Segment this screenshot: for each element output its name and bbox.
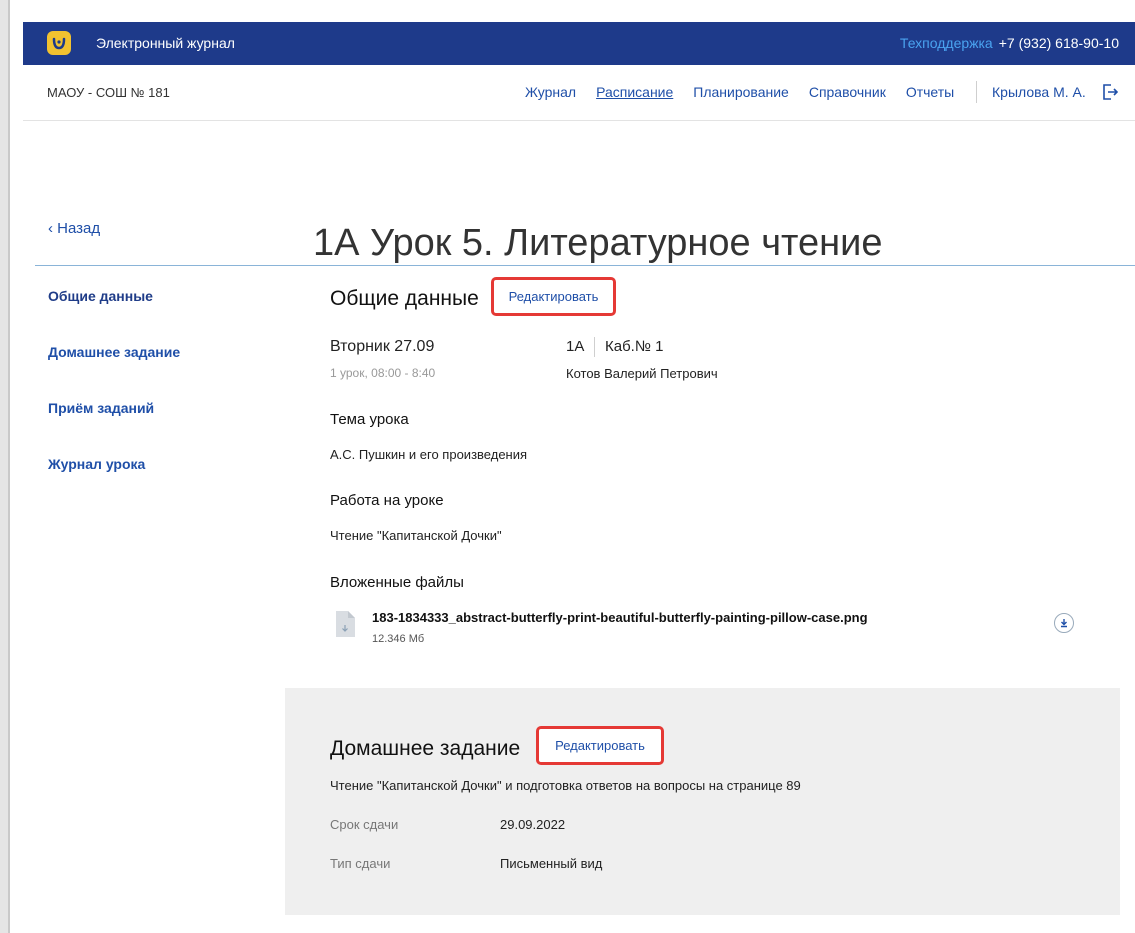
homework-heading: Домашнее задание bbox=[330, 737, 521, 760]
lesson-time: 1 урок, 08:00 - 8:40 bbox=[330, 366, 436, 380]
main-navbar: МАОУ - СОШ № 181 Журнал Расписание Плани… bbox=[23, 65, 1135, 121]
support-info: Техподдержка +7 (932) 618-90-10 bbox=[900, 35, 1119, 51]
section-sidebar: Общие данные Домашнее задание Приём зада… bbox=[48, 288, 180, 512]
sidebar-item-general[interactable]: Общие данные bbox=[48, 288, 180, 344]
sidebar-item-lesson-journal[interactable]: Журнал урока bbox=[48, 456, 180, 512]
type-label: Тип сдачи bbox=[330, 856, 391, 871]
file-size: 12.346 Мб bbox=[372, 633, 425, 645]
title-divider bbox=[35, 265, 1135, 266]
work-value: Чтение "Капитанской Дочки" bbox=[330, 528, 502, 543]
homework-edit-button[interactable]: Редактировать bbox=[536, 726, 664, 765]
lesson-date: Вторник 27.09 bbox=[330, 338, 435, 355]
menu-item-reports[interactable]: Отчеты bbox=[906, 84, 954, 100]
topic-label: Тема урока bbox=[330, 411, 409, 428]
chevron-left-icon: ‹ bbox=[48, 220, 53, 237]
due-label: Срок сдачи bbox=[330, 817, 399, 832]
homework-panel bbox=[285, 688, 1120, 915]
top-header: Электронный журнал Техподдержка +7 (932) … bbox=[23, 22, 1135, 65]
lesson-teacher: Котов Валерий Петрович bbox=[566, 366, 718, 381]
due-value: 29.09.2022 bbox=[500, 817, 566, 832]
file-icon[interactable] bbox=[334, 610, 356, 643]
page-title: 1А Урок 5. Литературное чтение bbox=[313, 222, 883, 265]
back-link[interactable]: ‹ Назад bbox=[48, 220, 100, 237]
main-menu: Журнал Расписание Планирование Справочни… bbox=[525, 84, 974, 100]
window-frame-edge bbox=[8, 0, 10, 933]
class-room-divider bbox=[594, 337, 595, 357]
homework-text: Чтение "Капитанской Дочки" и подготовка … bbox=[330, 778, 801, 793]
menu-item-journal[interactable]: Журнал bbox=[525, 84, 576, 100]
file-name[interactable]: 183-1834333_abstract-butterfly-print-bea… bbox=[372, 610, 868, 625]
type-value: Письменный вид bbox=[500, 856, 603, 871]
support-phone[interactable]: +7 (932) 618-90-10 bbox=[999, 35, 1119, 51]
lesson-room: Каб.№ 1 bbox=[605, 338, 664, 355]
topic-value: А.С. Пушкин и его произведения bbox=[330, 447, 528, 462]
files-label: Вложенные файлы bbox=[330, 574, 464, 591]
menu-item-planning[interactable]: Планирование bbox=[693, 84, 789, 100]
logout-icon[interactable] bbox=[1102, 83, 1119, 106]
back-label: Назад bbox=[57, 220, 101, 237]
sidebar-item-submissions[interactable]: Приём заданий bbox=[48, 400, 180, 456]
app-title[interactable]: Электронный журнал bbox=[96, 35, 235, 51]
window-frame bbox=[0, 0, 8, 933]
school-name: МАОУ - СОШ № 181 bbox=[47, 85, 170, 100]
download-icon[interactable] bbox=[1054, 613, 1074, 633]
app-logo-icon[interactable] bbox=[47, 31, 71, 55]
menu-divider bbox=[976, 81, 977, 103]
lesson-class: 1А bbox=[566, 338, 585, 355]
user-name[interactable]: Крылова М. А. bbox=[992, 84, 1086, 100]
support-label[interactable]: Техподдержка bbox=[900, 35, 993, 51]
sidebar-item-homework[interactable]: Домашнее задание bbox=[48, 344, 180, 400]
menu-item-reference[interactable]: Справочник bbox=[809, 84, 886, 100]
general-edit-button[interactable]: Редактировать bbox=[491, 277, 616, 316]
menu-item-schedule[interactable]: Расписание bbox=[596, 84, 673, 100]
work-label: Работа на уроке bbox=[330, 492, 444, 509]
general-heading: Общие данные bbox=[330, 287, 479, 310]
